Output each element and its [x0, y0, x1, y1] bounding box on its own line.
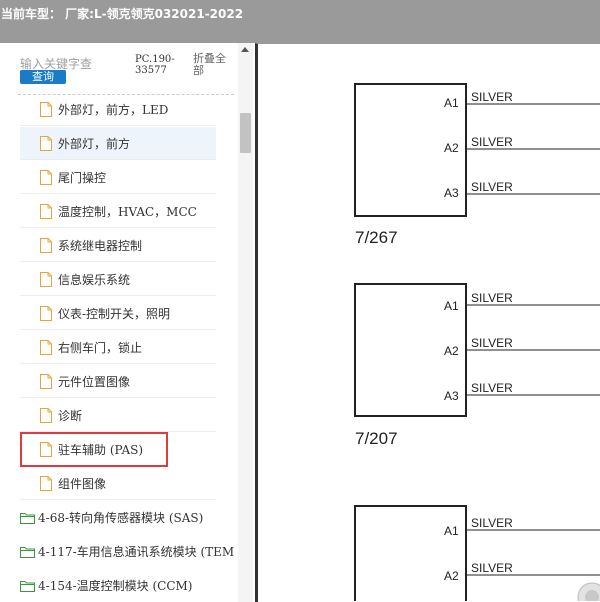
tree-item-label: 组件图像 [58, 476, 107, 491]
tree-item[interactable]: 右侧车门，锁止 [20, 331, 216, 364]
folder-icon [20, 512, 35, 524]
pin-label: A2 [444, 569, 459, 583]
wiring-diagram-panel: A1 A2 A3 SILVER SILVER SILVER 7/267 A1 A… [255, 43, 600, 602]
tree-item[interactable]: 外部灯，前方，LED [20, 93, 216, 126]
tree-item[interactable]: 系统继电器控制 [20, 229, 216, 262]
tree-folder[interactable]: 4-68-转向角传感器模块 (SAS) [0, 501, 238, 534]
wire-label: SILVER [471, 90, 513, 104]
document-icon [40, 271, 52, 287]
document-icon [40, 475, 52, 491]
tree-item[interactable]: 信息娱乐系统 [20, 263, 216, 296]
tree-item-label: 外部灯，前方，LED [58, 102, 169, 117]
tree-folder-label: 4-154-温度控制模块 (CCM) [38, 579, 193, 593]
document-icon [40, 203, 52, 219]
wire-label: SILVER [471, 291, 513, 305]
connector-third: A1 A2 SILVER SILVER [354, 505, 600, 601]
pin-label: A1 [444, 96, 459, 110]
document-icon [40, 305, 52, 321]
tree-item-label: 右侧车门，锁止 [58, 340, 143, 355]
tree-folder-label: 4-68-转向角传感器模块 (SAS) [38, 511, 204, 525]
pin-label: A2 [444, 141, 459, 155]
tree-scrollbar[interactable] [238, 43, 253, 602]
query-button[interactable]: 查询 [20, 70, 66, 84]
tree-item[interactable]: 诊断 [20, 399, 216, 432]
document-icon [40, 135, 52, 151]
window-title-bar: 当前车型： 厂家:L-领克领克032021-2022 [0, 0, 600, 43]
pin-label: A3 [444, 186, 459, 200]
tree-item[interactable]: 元件位置图像 [20, 365, 216, 398]
scroll-up-arrow-icon[interactable] [241, 47, 249, 52]
tree-item-label: 尾门操控 [58, 170, 107, 185]
connector-7-207: A1 A2 A3 SILVER SILVER SILVER 7/207 [354, 283, 600, 448]
connector-7-267: A1 A2 A3 SILVER SILVER SILVER 7/267 [354, 83, 600, 247]
tree-item-label: 驻车辅助 (PAS) [58, 443, 144, 457]
document-icon [40, 339, 52, 355]
tree-item[interactable]: 尾门操控 [20, 161, 216, 194]
document-icon [40, 169, 52, 185]
document-icon [40, 237, 52, 253]
tree-item-label: 信息娱乐系统 [58, 272, 131, 287]
pin-label: A1 [444, 299, 459, 313]
folder-icon [20, 580, 35, 592]
tree-item-label: 诊断 [58, 408, 83, 423]
document-icon [40, 407, 52, 423]
connector-id: 7/267 [355, 228, 398, 247]
connector-id: 7/207 [355, 429, 398, 448]
pin-label: A1 [444, 524, 459, 538]
tree-item-label: 元件位置图像 [58, 374, 131, 389]
document-icon [40, 101, 52, 117]
tree-item[interactable]: 组件图像 [20, 467, 216, 500]
window-title: 当前车型： 厂家:L-领克领克032021-2022 [1, 7, 244, 21]
tree-item[interactable]: 仪表-控制开关，照明 [20, 297, 216, 330]
tree-item-parking-assist[interactable]: 驻车辅助 (PAS) [20, 432, 168, 467]
wire-label: SILVER [471, 336, 513, 350]
document-icon [40, 373, 52, 389]
pc-code: PC.190-33577 [135, 54, 175, 76]
pin-label: A2 [444, 344, 459, 358]
wire-label: SILVER [471, 135, 513, 149]
tree-item-label: 温度控制，HVAC，MCC [58, 204, 197, 219]
wire-label: SILVER [471, 516, 513, 530]
floating-action-icon[interactable] [577, 582, 600, 601]
left-panel: 查询 PC.190-33577 折叠全部 外部灯，前方，LED 外部灯，前方 尾… [0, 43, 254, 602]
wire-label: SILVER [471, 381, 513, 395]
tree-folder[interactable]: 4-154-温度控制模块 (CCM) [0, 569, 238, 602]
scrollbar-thumb[interactable] [240, 113, 251, 153]
connector-diagram: A1 A2 A3 SILVER SILVER SILVER 7/267 A1 A… [354, 83, 600, 601]
tree-folder-label: 4-117-车用信息通讯系统模块 (TEM [38, 545, 235, 559]
document-icon [40, 442, 52, 457]
folder-icon [20, 546, 35, 558]
tree-item[interactable]: 温度控制，HVAC，MCC [20, 195, 216, 228]
tree-item[interactable]: 外部灯，前方 [20, 127, 216, 160]
tree-item-label: 仪表-控制开关，照明 [58, 306, 171, 321]
wire-label: SILVER [471, 561, 513, 575]
tree-item-label: 外部灯，前方 [58, 136, 131, 151]
collapse-all-button[interactable]: 折叠全部 [193, 53, 235, 77]
tree-folder[interactable]: 4-117-车用信息通讯系统模块 (TEM [0, 535, 238, 568]
tree-item-label: 系统继电器控制 [58, 238, 143, 253]
pin-label: A3 [444, 389, 459, 403]
wire-label: SILVER [471, 180, 513, 194]
